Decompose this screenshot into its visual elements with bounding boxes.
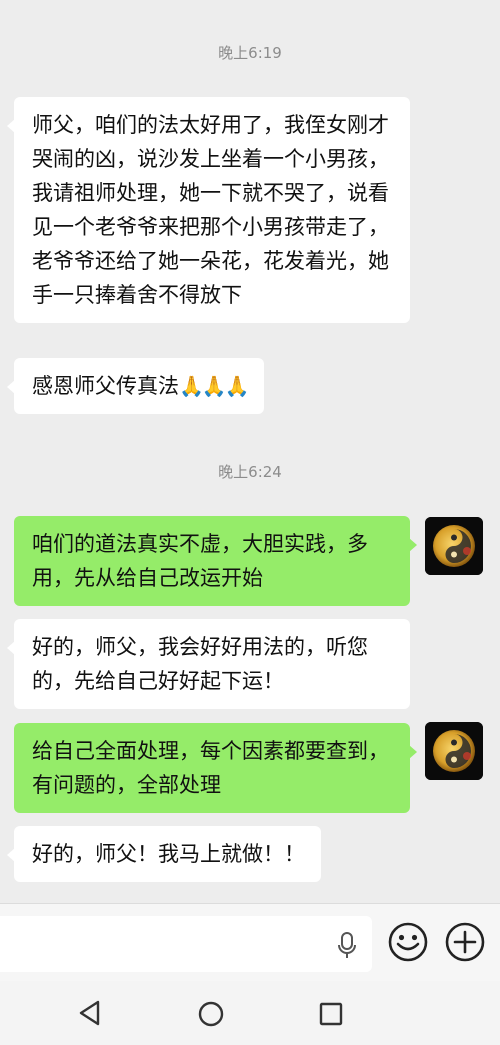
message-bubble-received[interactable]: 好的，师父！我马上就做！！ (7, 826, 321, 882)
yin-yang-moon-avatar[interactable] (425, 722, 483, 780)
message-text: 师父，咱们的法太好用了，我侄女刚才哭闹的凶，说沙发上坐着一个小男孩，我请祖师处理… (32, 113, 389, 307)
message-bubble-sent[interactable]: 给自己全面处理，每个因素都要查到，有问题的，全部处理 (14, 723, 417, 813)
timestamp: 晚上6:24 (218, 463, 282, 481)
message-bubble-received[interactable]: 师父，咱们的法太好用了，我侄女刚才哭闹的凶，说沙发上坐着一个小男孩，我请祖师处理… (7, 97, 410, 323)
system-navigation-bar (0, 981, 500, 1045)
message-bubble-received[interactable]: 好的，师父，我会好好用法的，听您的，先给自己好好起下运！ (7, 619, 410, 709)
message-text: 好的，师父，我会好好用法的，听您的，先给自己好好起下运！ (32, 635, 368, 693)
plus-circle-icon[interactable] (444, 921, 486, 963)
recent-square-icon[interactable] (318, 1001, 344, 1027)
message-bubble-received[interactable]: 感恩师父传真法🙏🙏🙏 (7, 358, 264, 414)
yin-yang-moon-avatar[interactable] (425, 517, 483, 575)
folded-hands-emoji: 🙏🙏🙏 (179, 374, 250, 398)
timestamp: 晚上6:19 (218, 44, 282, 62)
back-triangle-icon[interactable] (76, 998, 104, 1028)
chat-message-list[interactable]: 晚上6:19 师父，咱们的法太好用了，我侄女刚才哭闹的凶，说沙发上坐着一个小男孩… (0, 0, 500, 900)
home-circle-icon[interactable] (197, 1000, 225, 1028)
microphone-icon[interactable] (337, 932, 357, 960)
message-bubble-sent[interactable]: 咱们的道法真实不虚，大胆实践，多用，先从给自己改运开始 (14, 516, 417, 606)
message-text: 好的，师父！我马上就做！！ (32, 842, 305, 866)
message-input[interactable] (0, 916, 372, 972)
message-text: 给自己全面处理，每个因素都要查到，有问题的，全部处理 (32, 739, 389, 797)
message-text: 咱们的道法真实不虚，大胆实践，多用，先从给自己改运开始 (32, 532, 368, 590)
emoji-smile-icon[interactable] (387, 921, 429, 963)
message-text: 感恩师父传真法 (32, 374, 179, 398)
